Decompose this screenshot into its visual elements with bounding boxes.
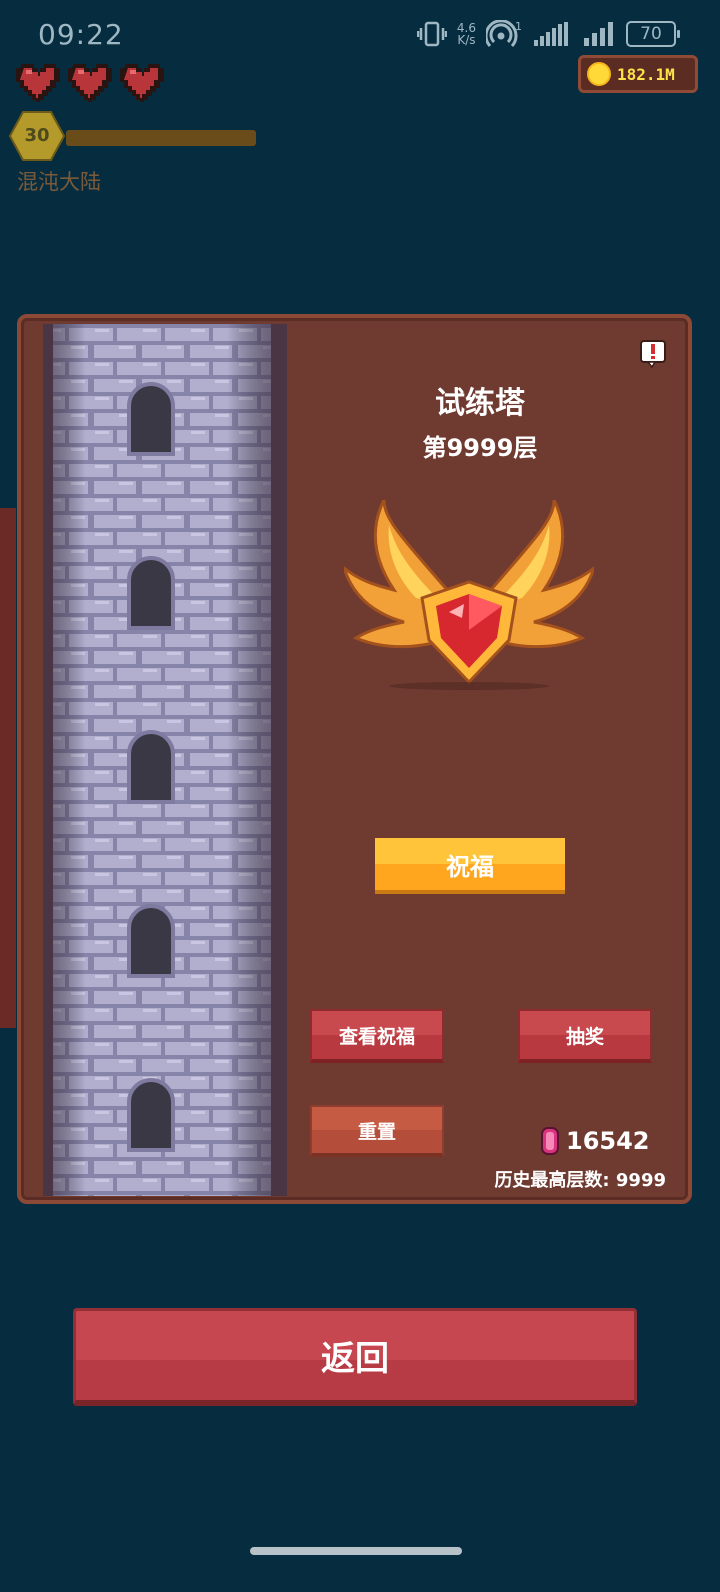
background-building [0, 508, 16, 1028]
gold-counter[interactable]: 182.1M [578, 55, 698, 93]
home-indicator[interactable] [250, 1547, 462, 1555]
lottery-button[interactable]: 抽奖 [518, 1009, 652, 1063]
experience-bar [66, 130, 256, 146]
bless-button[interactable]: 祝福 [375, 838, 565, 894]
game-screen: 09:22 4.6 K/s 1 70 182.1M 30 混沌大陆 试练塔 第9… [0, 0, 720, 1592]
winged-shield-emblem [341, 499, 597, 690]
tower-illustration [43, 324, 287, 1196]
gold-coin-icon [587, 62, 611, 86]
heart-icon [68, 62, 114, 102]
status-icons: 4.6 K/s 1 70 [416, 20, 680, 48]
heart-icon [120, 62, 166, 102]
hotspot-icon: 1 [486, 20, 522, 48]
lives-hearts [16, 62, 166, 102]
region-name: 混沌大陆 [17, 170, 101, 194]
battery-indicator: 70 [626, 21, 680, 47]
gem-counter: 16542 [540, 1126, 650, 1156]
net-speed-unit: K/s [457, 33, 476, 47]
reset-button[interactable]: 重置 [310, 1105, 444, 1157]
view-blessings-button[interactable]: 查看祝福 [310, 1009, 444, 1063]
level-number: 30 [24, 125, 50, 146]
current-floor: 第9999层 [422, 434, 538, 462]
gem-value: 16542 [566, 1127, 650, 1155]
back-button[interactable]: 返回 [73, 1308, 637, 1406]
info-alert-icon[interactable] [640, 340, 666, 369]
vibrate-icon [416, 21, 447, 47]
gem-icon [541, 1127, 559, 1155]
status-time: 09:22 [38, 18, 124, 51]
signal-icon-2 [584, 22, 613, 46]
heart-icon [16, 62, 62, 102]
history-best-floor: 历史最高层数: 9999 [494, 1170, 666, 1191]
tower-title: 试练塔 [435, 386, 525, 421]
gold-value: 182.1M [617, 64, 675, 84]
signal-icon [534, 22, 568, 46]
hotspot-count: 1 [515, 20, 522, 33]
network-speed: 4.6 K/s [457, 22, 476, 46]
level-badge: 30 [8, 110, 66, 162]
